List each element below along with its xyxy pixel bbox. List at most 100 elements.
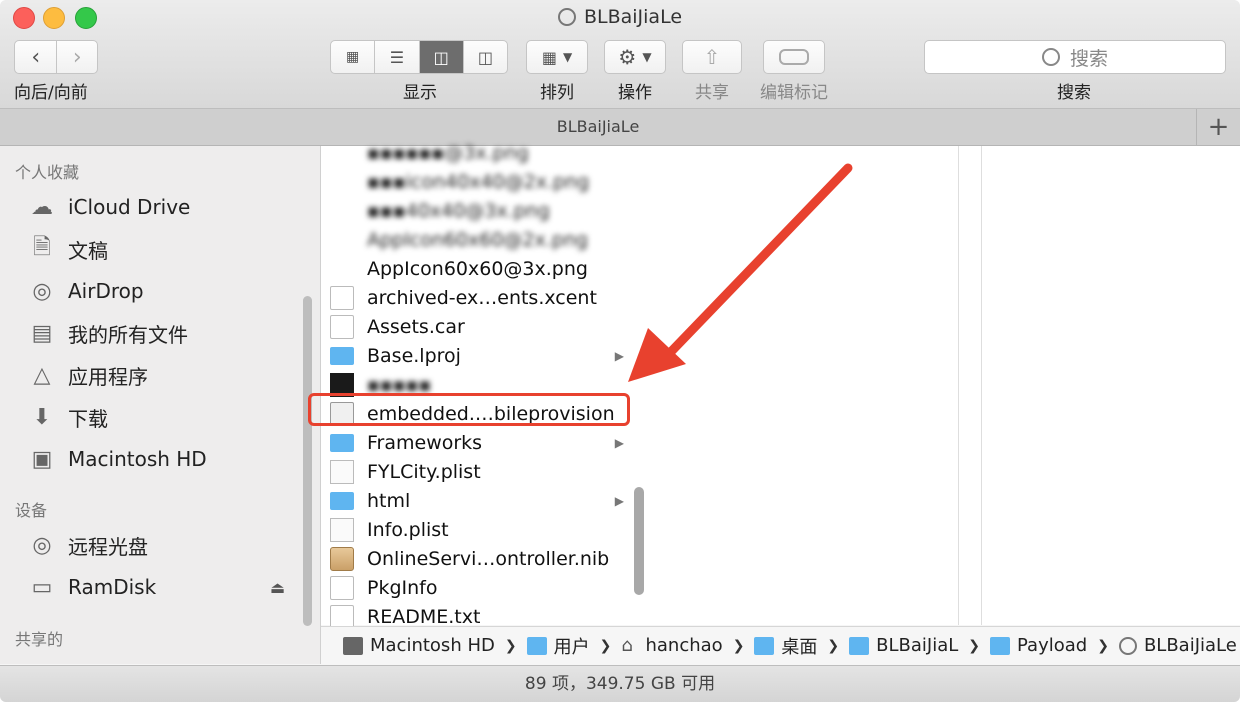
coverflow-view-button[interactable]: ◫ (464, 41, 507, 73)
file-name: ▪▪▪icon40x40@2x.png (367, 170, 590, 193)
app-icon (1118, 636, 1137, 655)
window-title-text: BLBaiJiaLe (583, 6, 683, 28)
sidebar-item-all-files[interactable]: ▤ 我的所有文件 (27, 315, 188, 351)
path-item-desktop[interactable]: 桌面 (754, 633, 817, 659)
action-button[interactable]: ⚙ ▼ (604, 40, 666, 74)
file-row[interactable]: Info.plist (330, 515, 630, 544)
sidebar-item-remote-disc[interactable]: ◎ 远程光盘 (27, 527, 148, 563)
column-scrollbar[interactable] (634, 487, 644, 595)
applications-icon: △ (33, 362, 51, 388)
file-name: PkgInfo (367, 576, 438, 599)
sidebar-item-icloud-drive[interactable]: ☁ iCloud Drive (27, 189, 190, 225)
app-icon (557, 8, 576, 26)
file-name: AppIcon60x60@3x.png (367, 257, 588, 280)
file-row[interactable]: ▪▪▪icon40x40@2x.png (330, 167, 630, 196)
path-item-users[interactable]: 用户 (526, 633, 590, 659)
tab-title[interactable]: BLBaiJiaLe (0, 117, 1196, 136)
annotation-highlight-box (308, 393, 630, 426)
folder-icon (526, 636, 547, 655)
path-item-project[interactable]: BLBaiJiaL (849, 635, 958, 656)
sidebar-item-ramdisk[interactable]: ▭ RamDisk (27, 569, 157, 605)
sidebar-item-applications[interactable]: △ 应用程序 (27, 357, 148, 393)
file-row[interactable]: ▪▪▪40x40@3x.png (330, 196, 630, 225)
chevron-right-icon: ❯ (827, 637, 840, 654)
file-name: Info.plist (367, 518, 449, 541)
folder-icon (330, 433, 354, 452)
devices-header: 设备 (15, 501, 48, 520)
column-view-button[interactable]: ◫ (419, 41, 464, 73)
search-placeholder: 搜索 (1069, 47, 1108, 70)
file-icon (330, 604, 354, 629)
disclosure-arrow-icon: ▶ (614, 435, 624, 450)
sidebar-item-label: 下载 (68, 406, 108, 431)
chevron-right-icon: ❯ (599, 637, 612, 654)
path-item-label: 用户 (553, 636, 590, 658)
airdrop-icon: ◎ (32, 278, 52, 304)
file-icon (330, 575, 354, 600)
path-item-home[interactable]: ⌂ hanchao (621, 635, 722, 656)
file-row[interactable]: Assets.car (330, 312, 630, 341)
list-icon: ☰ (389, 47, 405, 67)
coverflow-icon: ◫ (477, 47, 493, 67)
list-view-button[interactable]: ☰ (375, 41, 420, 73)
tag-icon (779, 49, 809, 65)
file-name: README.txt (367, 605, 481, 628)
back-button[interactable]: ‹ (15, 41, 58, 73)
file-row[interactable]: FYLCity.plist (330, 457, 630, 486)
edit-tags-button[interactable] (763, 40, 825, 74)
file-name: Assets.car (367, 315, 465, 338)
file-row[interactable]: PkgInfo (330, 573, 630, 602)
columns-icon: ◫ (433, 47, 449, 67)
sidebar-scrollbar[interactable] (303, 296, 312, 626)
path-item-app[interactable]: BLBaiJiaLe (1118, 635, 1237, 656)
nav-label: 向后/向前 (14, 83, 88, 103)
file-row[interactable]: Frameworks ▶ (330, 428, 630, 457)
chevron-down-icon: ▼ (562, 50, 573, 64)
search-icon (1041, 48, 1060, 66)
chevron-right-icon: ❯ (968, 637, 981, 654)
arrange-label: 排列 (540, 83, 574, 103)
sidebar-item-macintosh-hd[interactable]: ▣ Macintosh HD (27, 441, 207, 477)
file-icon (330, 314, 354, 339)
share-label: 共享 (695, 83, 729, 103)
disk-icon (343, 636, 363, 655)
favorites-header: 个人收藏 (15, 163, 80, 182)
share-button[interactable]: ⇧ (682, 40, 742, 74)
sidebar-item-label: 文稿 (68, 238, 108, 263)
file-row[interactable]: ▪▪▪▪▪▪@3x.png (330, 138, 630, 167)
new-tab-button[interactable]: + (1196, 109, 1240, 145)
disk-icon: ▣ (31, 446, 53, 472)
path-item-label: Payload (1017, 635, 1088, 656)
forward-button[interactable]: › (57, 41, 97, 73)
file-row[interactable]: html ▶ (330, 486, 630, 515)
eject-icon[interactable]: ⏏ (270, 578, 285, 597)
file-row[interactable]: Base.lproj ▶ (330, 341, 630, 370)
arrange-button[interactable]: ▦ ▼ (526, 40, 588, 74)
path-item-label: 桌面 (781, 636, 818, 658)
nav-segment: ‹ › (14, 40, 98, 74)
file-row[interactable]: OnlineServi…ontroller.nib (330, 544, 630, 573)
icon-view-button[interactable]: ▦ (331, 41, 376, 73)
sidebar-item-documents[interactable]: 🗎 文稿 (27, 231, 108, 267)
file-name: archived-ex…ents.xcent (367, 286, 597, 309)
folder-icon (849, 636, 870, 655)
preview-column (652, 146, 959, 625)
file-row[interactable]: archived-ex…ents.xcent (330, 283, 630, 312)
search-input[interactable]: 搜索 (924, 40, 1226, 74)
path-item-payload[interactable]: Payload (990, 635, 1087, 656)
titlebar: BLBaiJiaLe ‹ › 向后/向前 ▦ ☰ ◫ ◫ 显示 ▦ ▼ 排列 ⚙ ▼… (0, 0, 1240, 109)
view-label: 显示 (403, 83, 437, 103)
path-item-macintosh-hd[interactable]: Macintosh HD (343, 635, 495, 656)
downloads-icon: ⬇ (32, 404, 52, 430)
file-row[interactable]: AppIcon60x60@2x.png (330, 225, 630, 254)
sidebar-item-label: 远程光盘 (68, 534, 148, 559)
view-mode-segment: ▦ ☰ ◫ ◫ (330, 40, 508, 74)
home-icon: ⌂ (621, 635, 633, 656)
gear-icon: ⚙ (618, 45, 637, 69)
all-files-icon: ▤ (31, 320, 53, 346)
window-title: BLBaiJiaLe (0, 6, 1240, 28)
file-row[interactable]: AppIcon60x60@3x.png (330, 254, 630, 283)
sidebar-item-downloads[interactable]: ⬇ 下载 (27, 399, 108, 435)
sidebar-item-airdrop[interactable]: ◎ AirDrop (27, 273, 143, 309)
path-bar: Macintosh HD ❯ 用户 ❯ ⌂ hanchao ❯ 桌面 ❯ BLB… (321, 626, 1240, 664)
